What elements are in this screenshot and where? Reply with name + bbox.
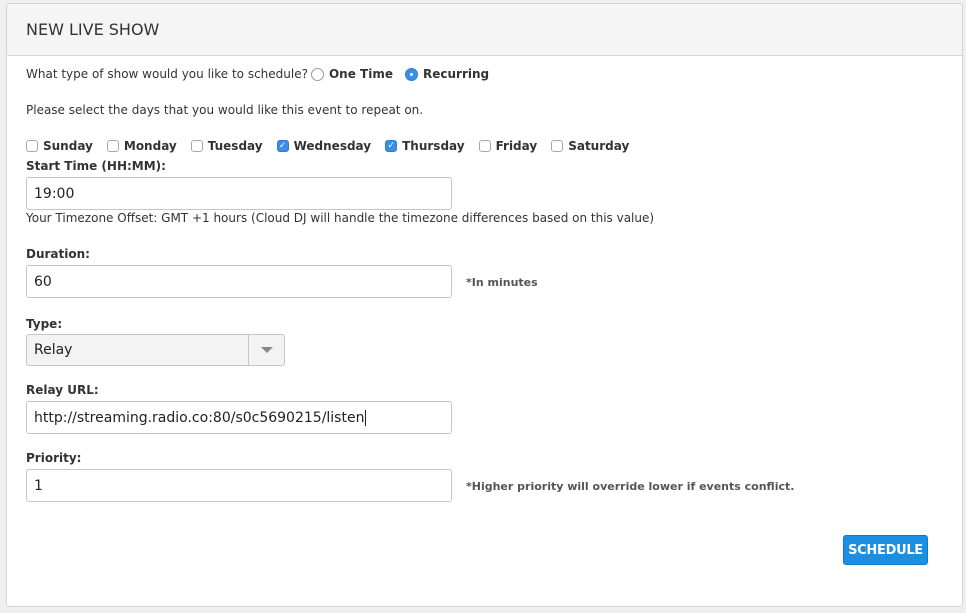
days-checkbox-group: Sunday Monday Tuesday ✓ Wednesday ✓ Thursd… (26, 139, 643, 153)
priority-label: Priority: (26, 451, 82, 465)
schedule-button[interactable]: SCHEDULE (843, 535, 928, 565)
checkbox-icon[interactable] (190, 140, 203, 152)
relay-url-label: Relay URL: (26, 383, 99, 397)
duration-input[interactable]: 60 (26, 265, 452, 298)
duration-label: Duration: (26, 247, 90, 261)
new-live-show-panel: NEW LIVE SHOW (6, 3, 963, 607)
priority-hint: *Higher priority will override lower if … (466, 480, 795, 493)
radio-recurring[interactable]: Recurring (404, 67, 490, 81)
start-time-input[interactable]: 19:00 (26, 177, 452, 210)
chevron-down-icon[interactable] (248, 335, 284, 365)
checkbox-icon[interactable] (551, 140, 564, 152)
checkbox-icon[interactable] (106, 140, 119, 152)
panel-header: NEW LIVE SHOW (7, 4, 962, 56)
relay-url-value: http://streaming.radio.co:80/s0c5690215/… (34, 409, 365, 426)
start-time-label: Start Time (HH:MM): (26, 159, 166, 173)
show-type-question: What type of show would you like to sche… (26, 67, 308, 81)
day-sunday[interactable]: Sunday (26, 139, 93, 153)
duration-hint: *In minutes (466, 276, 538, 289)
checkbox-checked-icon[interactable]: ✓ (276, 140, 289, 152)
text-caret (365, 409, 367, 426)
radio-one-time-label: One Time (328, 67, 393, 81)
day-thursday[interactable]: ✓ Thursday (385, 139, 465, 153)
radio-one-time-icon[interactable] (310, 67, 324, 81)
show-type-row: What type of show would you like to sche… (26, 67, 489, 81)
day-saturday[interactable]: Saturday (551, 139, 629, 153)
radio-recurring-label: Recurring (422, 67, 490, 81)
checkbox-icon[interactable] (478, 140, 491, 152)
day-friday[interactable]: Friday (478, 139, 537, 153)
checkbox-checked-icon[interactable]: ✓ (385, 140, 398, 152)
radio-one-time[interactable]: One Time (310, 67, 393, 81)
priority-input[interactable]: 1 (26, 469, 452, 502)
type-select-value: Relay (34, 342, 73, 358)
relay-url-input[interactable]: http://streaming.radio.co:80/s0c5690215/… (26, 401, 452, 434)
panel-title: NEW LIVE SHOW (26, 20, 160, 39)
checkbox-icon[interactable] (26, 140, 38, 152)
radio-recurring-icon[interactable] (404, 67, 418, 81)
timezone-note: Your Timezone Offset: GMT +1 hours (Clou… (26, 211, 655, 225)
day-monday[interactable]: Monday (106, 139, 177, 153)
day-tuesday[interactable]: Tuesday (190, 139, 263, 153)
type-label: Type: (26, 317, 63, 331)
days-prompt: Please select the days that you would li… (26, 103, 424, 117)
type-select[interactable]: Relay (26, 334, 285, 366)
day-wednesday[interactable]: ✓ Wednesday (276, 139, 371, 153)
